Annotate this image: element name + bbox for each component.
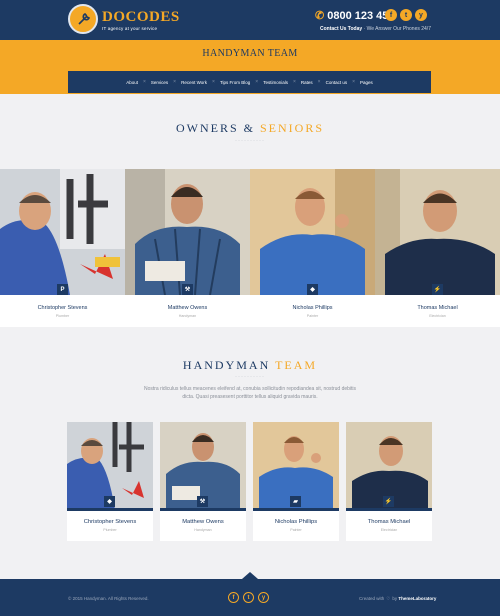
nav-separator: × (173, 79, 177, 85)
team-card[interactable]: ▰ Nicholas Phillips Painter (253, 422, 339, 541)
credit-brand[interactable]: ThemeLaboratory (398, 596, 436, 601)
contact-note: · We Answer Our Phones 24/7 (362, 26, 431, 32)
nav-contact-us[interactable]: Contact us (326, 80, 348, 85)
owner-card[interactable]: ◆ Nicholas Phillips Painter (250, 169, 375, 327)
owner-role: Handyman (178, 314, 197, 318)
team-card[interactable]: ◆ Christopher Stevens Plumber (67, 422, 153, 541)
card-accent-bar (160, 508, 246, 511)
hammer-icon: ⚒ (182, 284, 193, 295)
owner-card[interactable]: ⚡ Thomas Michael Electrician (375, 169, 500, 327)
facebook-icon[interactable]: f (385, 9, 397, 21)
owners-row: P Christopher Stevens Plumber ⚒ Matthew … (0, 169, 500, 327)
owner-name: Christopher Stevens (37, 305, 88, 311)
team-heading-accent: TEAM (275, 358, 318, 372)
nav-tips-from-blog[interactable]: Tips From Blog (220, 80, 250, 85)
footer-social: f t y (228, 592, 269, 603)
team-photo: ⚒ (160, 422, 246, 510)
owner-photo: ⚒ (125, 169, 250, 295)
twitter-icon[interactable]: t (243, 592, 254, 603)
nav-separator: × (292, 79, 296, 85)
credit-by: by (392, 596, 398, 601)
copyright: © 2015 Handyman. All Rights Reserved. (68, 596, 149, 601)
member-name: Matthew Owens (182, 519, 224, 525)
owners-heading-dark: OWNERS & (175, 121, 255, 135)
nav-separator: × (255, 79, 259, 85)
owner-name: Nicholas Phillips (292, 305, 333, 311)
hammer-icon: ⚒ (197, 496, 208, 507)
nav-about[interactable]: About (126, 80, 138, 85)
card-accent-bar (253, 508, 339, 511)
logo[interactable] (68, 4, 98, 34)
main-nav: About × Services × Recent Work × Tips From … (68, 71, 431, 93)
brand-tagline: IT agency at your service (102, 26, 158, 31)
member-name: Thomas Michael (367, 519, 411, 525)
nav-pages[interactable]: Pages (360, 80, 373, 85)
plumber-icon: P (57, 284, 68, 295)
plug-icon: ⚡ (383, 496, 394, 507)
team-photo: ▰ (253, 422, 339, 510)
header-social: f t y (385, 9, 427, 21)
scroll-top-notch[interactable] (242, 572, 258, 579)
paint-drop-icon: ◆ (307, 284, 318, 295)
contact-link[interactable]: Contact Us Today (320, 26, 362, 32)
youtube-icon[interactable]: y (258, 592, 269, 603)
paint-drop-icon: ◆ (104, 496, 115, 507)
owner-photo: ◆ (250, 169, 375, 295)
nav-recent-work[interactable]: Recent Work (181, 80, 207, 85)
nav-rates[interactable]: Rates (301, 80, 313, 85)
nav-separator: × (317, 79, 321, 85)
owner-photo: ⚡ (375, 169, 500, 295)
nav-separator: × (352, 79, 356, 85)
wrench-icon (78, 13, 91, 25)
footer-credit: Created with ♡ by ThemeLaboratory (359, 596, 436, 602)
owner-role: Plumber (55, 314, 70, 318)
member-name: Nicholas Phillips (274, 519, 318, 525)
member-role: Handyman (194, 528, 212, 532)
team-card[interactable]: ⚡ Thomas Michael Electrician (346, 422, 432, 541)
contact-line: Contact Us Today · We Answer Our Phones … (320, 26, 431, 32)
nav-services[interactable]: Services (151, 80, 168, 85)
plug-icon: ⚡ (432, 284, 443, 295)
credit-prefix: Created with (359, 596, 385, 601)
owner-role: Electrician (429, 314, 446, 318)
owner-role: Painter (306, 314, 319, 318)
team-description: Nostra ridiculus tellus meacenes eleifen… (143, 386, 357, 400)
team-photo: ⚡ (346, 422, 432, 510)
brand-name[interactable]: DOCODES (102, 9, 180, 26)
divider-dots: ·········· (235, 374, 265, 380)
team-card[interactable]: ⚒ Matthew Owens Handyman (160, 422, 246, 541)
nav-separator: × (212, 79, 215, 85)
nav-separator: × (142, 79, 146, 85)
team-photo: ◆ (67, 422, 153, 510)
card-accent-bar (67, 508, 153, 511)
owner-name: Matthew Owens (167, 305, 208, 311)
page-title: HANDYMAN TEAM (202, 48, 298, 59)
facebook-icon[interactable]: f (228, 592, 239, 603)
owner-name: Thomas Michael (417, 305, 458, 311)
member-role: Electrician (380, 528, 398, 532)
twitter-icon[interactable]: t (400, 9, 412, 21)
member-name: Christopher Stevens (83, 519, 137, 525)
phone-icon: ✆ (315, 10, 325, 22)
youtube-icon[interactable]: y (415, 9, 427, 21)
owners-heading-accent: SENIORS (259, 121, 324, 135)
owners-heading: OWNERS & SENIORS (0, 121, 500, 136)
heart-icon: ♡ (386, 596, 391, 601)
owner-card[interactable]: ⚒ Matthew Owens Handyman (125, 169, 250, 327)
team-row: ◆ Christopher Stevens Plumber ⚒ Matthew … (67, 422, 434, 542)
nav-testimonials[interactable]: Testimonials (263, 80, 288, 85)
owner-card[interactable]: P Christopher Stevens Plumber (0, 169, 125, 327)
paint-roller-icon: ▰ (290, 496, 301, 507)
team-heading-dark: HANDYMAN (182, 358, 271, 372)
phone-number[interactable]: ✆ 0800 123 456 (315, 9, 395, 22)
card-accent-bar (346, 508, 432, 511)
owner-photo: P (0, 169, 125, 295)
member-role: Plumber (103, 528, 117, 532)
member-role: Painter (290, 528, 302, 532)
team-heading: HANDYMAN TEAM (0, 358, 500, 373)
divider-dots: ·········· (235, 138, 265, 144)
